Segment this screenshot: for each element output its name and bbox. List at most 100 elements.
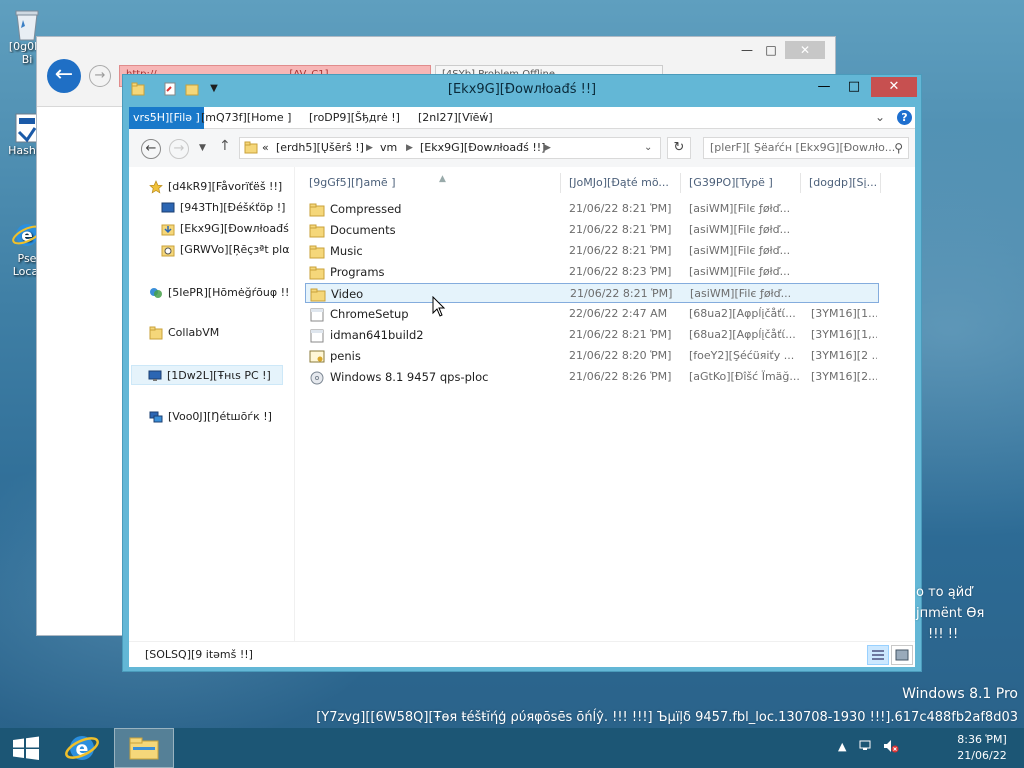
- file-row[interactable]: penis 21/06/22 8:20 ῬM] [foeY2][Şéćüяіťу .…: [305, 346, 879, 366]
- show-hidden-icons-icon[interactable]: ▲: [838, 740, 846, 753]
- column-header-date[interactable]: [JoMJo][Ðąté mö...: [569, 173, 681, 193]
- file-name: penis: [330, 349, 361, 363]
- folder-icon: [129, 737, 159, 760]
- address-overflow[interactable]: «: [262, 141, 269, 154]
- column-header-type[interactable]: [G39PO][Typё ]: [689, 173, 801, 193]
- details-view-icon[interactable]: [867, 645, 889, 665]
- maximize-button[interactable]: □: [839, 77, 869, 97]
- file-size-cell: [3YM16][2...: [811, 370, 877, 383]
- chevron-right-icon[interactable]: ▶: [366, 143, 373, 153]
- search-input[interactable]: [plerF][ Şëaŕćн [Ekx9G][Ðowлło... ⚲: [703, 137, 909, 159]
- watermark-text: !!! !!: [928, 627, 959, 642]
- file-type-cell: [asiWM][Filє ƒøłď...: [690, 287, 792, 300]
- tab-home[interactable]: [mQ73f][Home ]: [195, 107, 297, 129]
- address-bar[interactable]: « [erdh5][Ųšērŝ !] ▶ vm ▶ [Ekx9G][Ðowлło…: [239, 137, 661, 159]
- file-name: Documents: [330, 223, 396, 237]
- chevron-down-icon[interactable]: ⌄: [875, 110, 885, 124]
- close-button[interactable]: ✕: [871, 77, 917, 97]
- nav-item-network[interactable]: [Voo0J][Ŋétшōѓк !]: [149, 407, 295, 427]
- close-button[interactable]: ✕: [785, 41, 825, 59]
- search-icon[interactable]: ⚲: [894, 141, 903, 155]
- search-placeholder: [plerF][ Şëaŕćн [Ekx9G][Ðowлło...: [710, 141, 896, 154]
- file-type-cell: [aGtKo][Ðîšć Ïmäğ...: [689, 370, 800, 383]
- nav-item-downloads[interactable]: [Ekx9G][Ðowлłoađś: [161, 219, 295, 239]
- file-date-cell: 21/06/22 8:20 ῬM]: [569, 349, 672, 362]
- file-name-cell: Music: [309, 241, 559, 261]
- mouse-cursor-icon: [432, 295, 446, 321]
- refresh-icon[interactable]: ↻: [667, 137, 691, 159]
- file-explorer-window[interactable]: ▼ [Ekx9G][Ðowлłoađś !!] — □ ✕ vrs5H][Fil…: [122, 74, 922, 672]
- downloads-icon: [161, 222, 175, 236]
- nav-item-label: [Ekx9G][Ðowлłoađś: [180, 222, 289, 235]
- nav-item-label: [GRWVo][Ŗēçзªt plα: [180, 243, 290, 256]
- file-type-cell: [foeY2][Şéćüяіťу ...: [689, 349, 795, 362]
- column-header-name[interactable]: [9gGf5][Ŋamē ] ▲: [309, 173, 561, 193]
- homegroup-icon: [149, 286, 163, 300]
- nav-item-desktop[interactable]: [943Th][Ðéšќťöp !]: [161, 198, 295, 218]
- title-bar[interactable]: ▼ [Ekx9G][Ðowлłoađś !!] — □ ✕: [123, 75, 921, 105]
- folder-icon: [309, 224, 325, 238]
- network-status-icon[interactable]: [858, 738, 874, 757]
- chevron-down-icon[interactable]: ⌄: [644, 142, 652, 153]
- navigation-pane: [d4kR9][Fåvorïťëš !!] [943Th][Ðéšќťöp !]…: [129, 167, 295, 641]
- file-type-cell: [68ua2][Aφрĺįčåťί...: [689, 328, 796, 341]
- file-date-cell: 21/06/22 8:26 ῬM]: [569, 370, 672, 383]
- file-date-cell: 21/06/22 8:21 ῬM]: [569, 202, 672, 215]
- nav-item-collabvm[interactable]: CollabVM: [149, 323, 295, 343]
- file-type-cell: [68ua2][Aφрĺįčåťί...: [689, 307, 796, 320]
- nav-item-label: [Voo0J][Ŋétшōѓк !]: [168, 410, 272, 423]
- file-row[interactable]: Music 21/06/22 8:21 ῬM] [asiWM][Filє ƒøłď.…: [305, 241, 879, 261]
- file-row[interactable]: Documents 21/06/22 8:21 ῬM] [asiWM][Filє ƒ…: [305, 220, 879, 240]
- taskbar-internet-explorer[interactable]: e: [54, 728, 114, 768]
- file-row[interactable]: ChromeSetup 22/06/22 2:47 AM [68ua2][Aφрĺį…: [305, 304, 879, 324]
- recent-locations-icon[interactable]: ▼: [199, 143, 206, 153]
- forward-arrow-icon[interactable]: →: [169, 139, 189, 159]
- column-label: [dogdp][Sį...: [809, 176, 878, 189]
- breadcrumb-downloads[interactable]: [Ekx9G][Ðowлłoađś !!]: [420, 141, 545, 154]
- file-row[interactable]: Compressed 21/06/22 8:21 ῬM] [asiWM][Filє …: [305, 199, 879, 219]
- nav-item-label: [d4kR9][Fåvorïťëš !!]: [168, 180, 283, 193]
- browser-content: [37, 107, 127, 635]
- chevron-right-icon[interactable]: ▶: [544, 143, 551, 153]
- forward-arrow-icon[interactable]: →: [89, 65, 111, 87]
- help-icon[interactable]: ?: [897, 110, 912, 125]
- nav-item-label: [943Th][Ðéšќťöp !]: [180, 201, 286, 214]
- start-button[interactable]: [0, 728, 52, 768]
- file-type-cell: [asiWM][Filє ƒøłď...: [689, 265, 791, 278]
- up-arrow-icon[interactable]: ↑: [219, 138, 231, 154]
- file-name: Video: [331, 287, 364, 301]
- back-arrow-icon[interactable]: ←: [47, 59, 81, 93]
- breadcrumb-vm[interactable]: vm: [380, 141, 397, 154]
- clock-date: 21/06/22: [957, 749, 1007, 762]
- file-row[interactable]: idman641build2 21/06/22 8:21 ῬM] [68ua2][A…: [305, 325, 879, 345]
- nav-item-label: [5IePR][Hōmėğŕōuφ !!: [168, 286, 290, 299]
- nav-item-label: [1Dw2L][Ŧнιѕ PC !]: [167, 369, 271, 382]
- column-label: [JoMJo][Ðąté mö...: [569, 176, 669, 189]
- file-row[interactable]: Video 21/06/22 8:21 ῬM] [asiWM][Filє ƒøłď.…: [305, 283, 879, 303]
- file-type-cell: [asiWM][Filє ƒøłď...: [689, 244, 791, 257]
- nav-item-favorites[interactable]: [d4kR9][Fåvorïťëš !!]: [149, 177, 295, 197]
- chevron-right-icon[interactable]: ▶: [406, 143, 413, 153]
- nav-item-this-pc[interactable]: [1Dw2L][Ŧнιѕ PC !]: [131, 365, 283, 385]
- nav-item-homegroup[interactable]: [5IePR][Hōmėğŕōuφ !!: [149, 283, 295, 303]
- file-name: Windows 8.1 9457 qps-ploc: [330, 370, 489, 384]
- tab-share[interactable]: [roDP9][Šђдrė !]: [303, 107, 406, 129]
- column-header-size[interactable]: [dogdp][Sį...: [809, 173, 881, 193]
- watermark-text: o то ąйď: [916, 585, 973, 600]
- tab-view[interactable]: [2nI27][Vïēẃ]: [412, 107, 499, 129]
- large-icons-view-icon[interactable]: [891, 645, 913, 665]
- taskbar: e ▲ 8:36 ῬM] 21/06/22: [0, 728, 1024, 768]
- navigation-bar: ← → ▼ ↑ « [erdh5][Ųšērŝ !] ▶ vm ▶ [Ekx9G…: [129, 129, 915, 167]
- file-name-cell: Compressed: [309, 199, 559, 219]
- tab-file[interactable]: vrs5H][Filə ]: [129, 107, 204, 129]
- network-icon: [149, 410, 163, 424]
- file-row[interactable]: Windows 8.1 9457 qps-ploc 21/06/22 8:26 Ῥ…: [305, 367, 879, 387]
- minimize-button[interactable]: —: [809, 77, 839, 97]
- volume-muted-icon[interactable]: [882, 738, 900, 757]
- file-row[interactable]: Programs 21/06/22 8:23 ῬM] [asiWM][Filє ƒø…: [305, 262, 879, 282]
- back-arrow-icon[interactable]: ←: [141, 139, 161, 159]
- nav-item-recent[interactable]: [GRWVo][Ŗēçзªt plα: [161, 240, 295, 260]
- clock[interactable]: 8:36 ῬM] 21/06/22: [944, 732, 1020, 764]
- breadcrumb-users[interactable]: [erdh5][Ųšērŝ !]: [276, 141, 364, 154]
- taskbar-file-explorer[interactable]: [114, 728, 174, 768]
